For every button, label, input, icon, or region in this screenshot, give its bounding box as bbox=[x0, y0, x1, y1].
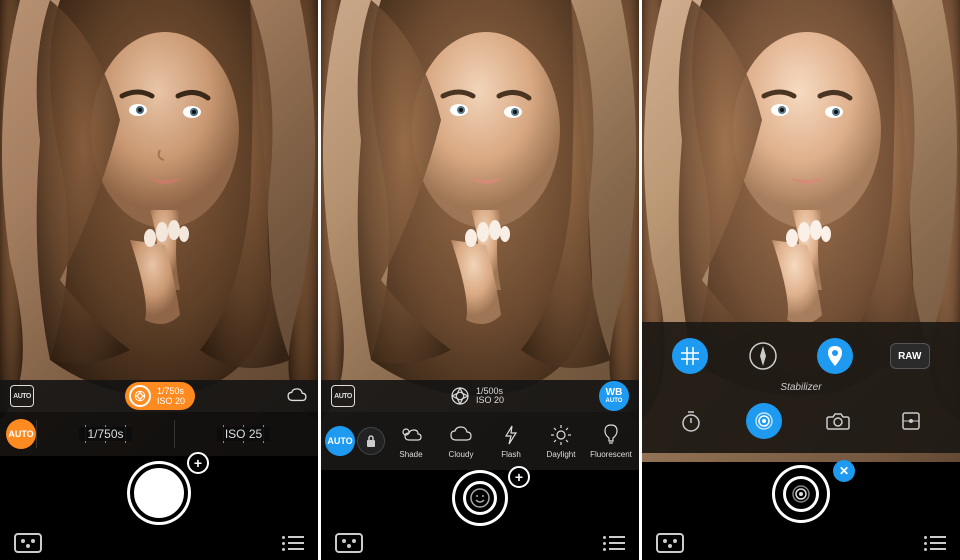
cloud-sun-icon bbox=[399, 423, 423, 447]
cloud-icon bbox=[449, 423, 473, 447]
menu-icon[interactable] bbox=[603, 536, 625, 551]
cloud-icon[interactable] bbox=[286, 388, 308, 404]
wb-option-shade[interactable]: Shade bbox=[387, 423, 435, 459]
close-button[interactable]: ✕ bbox=[833, 460, 855, 482]
level-toggle[interactable] bbox=[893, 403, 929, 439]
stabilizer-toggle[interactable] bbox=[746, 403, 782, 439]
exposure-pill[interactable]: 1/500s ISO 20 bbox=[450, 386, 504, 406]
timer-toggle[interactable] bbox=[673, 403, 709, 439]
camera-screen-wb: AUTO 1/500s ISO 20 WB AUTO AUTO bbox=[321, 0, 639, 560]
settings-sheet: RAW Stabilizer bbox=[642, 322, 960, 453]
shutter-value: 1/750s bbox=[157, 387, 185, 396]
setting-label: Stabilizer bbox=[654, 380, 948, 397]
smiley-icon bbox=[459, 477, 501, 519]
location-toggle[interactable] bbox=[817, 338, 853, 374]
wb-button[interactable]: WB AUTO bbox=[599, 381, 629, 411]
bulb-icon bbox=[599, 423, 623, 447]
gallery-icon[interactable] bbox=[14, 531, 42, 555]
menu-icon[interactable] bbox=[924, 536, 946, 551]
aperture-icon bbox=[450, 386, 470, 406]
camera-switch[interactable] bbox=[820, 403, 856, 439]
add-button[interactable]: + bbox=[508, 466, 530, 488]
shutter-button[interactable] bbox=[130, 464, 188, 522]
wb-option-cloudy[interactable]: Cloudy bbox=[437, 423, 485, 459]
lock-button[interactable] bbox=[357, 427, 385, 455]
camera-screen-auto: AUTO 1/750s ISO 20 AUTO 1/750s bbox=[0, 0, 318, 560]
shutter-button[interactable] bbox=[775, 468, 827, 520]
raw-toggle[interactable]: RAW bbox=[890, 343, 930, 369]
mode-badge[interactable]: AUTO bbox=[331, 385, 355, 407]
compass-toggle[interactable] bbox=[745, 338, 781, 374]
sun-icon bbox=[549, 423, 573, 447]
auto-button[interactable]: AUTO bbox=[6, 419, 36, 449]
add-button[interactable]: + bbox=[187, 452, 209, 474]
shutter-button[interactable] bbox=[455, 473, 505, 523]
aperture-icon bbox=[129, 385, 151, 407]
wb-option-flash[interactable]: Flash bbox=[487, 423, 535, 459]
shutter-dial[interactable]: 1/750s bbox=[37, 412, 174, 456]
exposure-pill[interactable]: 1/750s ISO 20 bbox=[125, 382, 195, 410]
iso-value: ISO 20 bbox=[476, 396, 504, 405]
iso-value: ISO 20 bbox=[157, 397, 185, 406]
stabilizer-icon bbox=[779, 472, 823, 516]
wb-option-fluorescent[interactable]: Fluorescent bbox=[587, 423, 635, 459]
gallery-icon[interactable] bbox=[656, 531, 684, 555]
iso-dial[interactable]: ISO 25 bbox=[175, 412, 312, 456]
gallery-icon[interactable] bbox=[335, 531, 363, 555]
menu-icon[interactable] bbox=[282, 536, 304, 551]
grid-toggle[interactable] bbox=[672, 338, 708, 374]
auto-button[interactable]: AUTO bbox=[325, 426, 355, 456]
camera-screen-settings: RAW Stabilizer ✕ bbox=[642, 0, 960, 560]
bolt-icon bbox=[499, 423, 523, 447]
mode-badge[interactable]: AUTO bbox=[10, 385, 34, 407]
wb-option-daylight[interactable]: Daylight bbox=[537, 423, 585, 459]
